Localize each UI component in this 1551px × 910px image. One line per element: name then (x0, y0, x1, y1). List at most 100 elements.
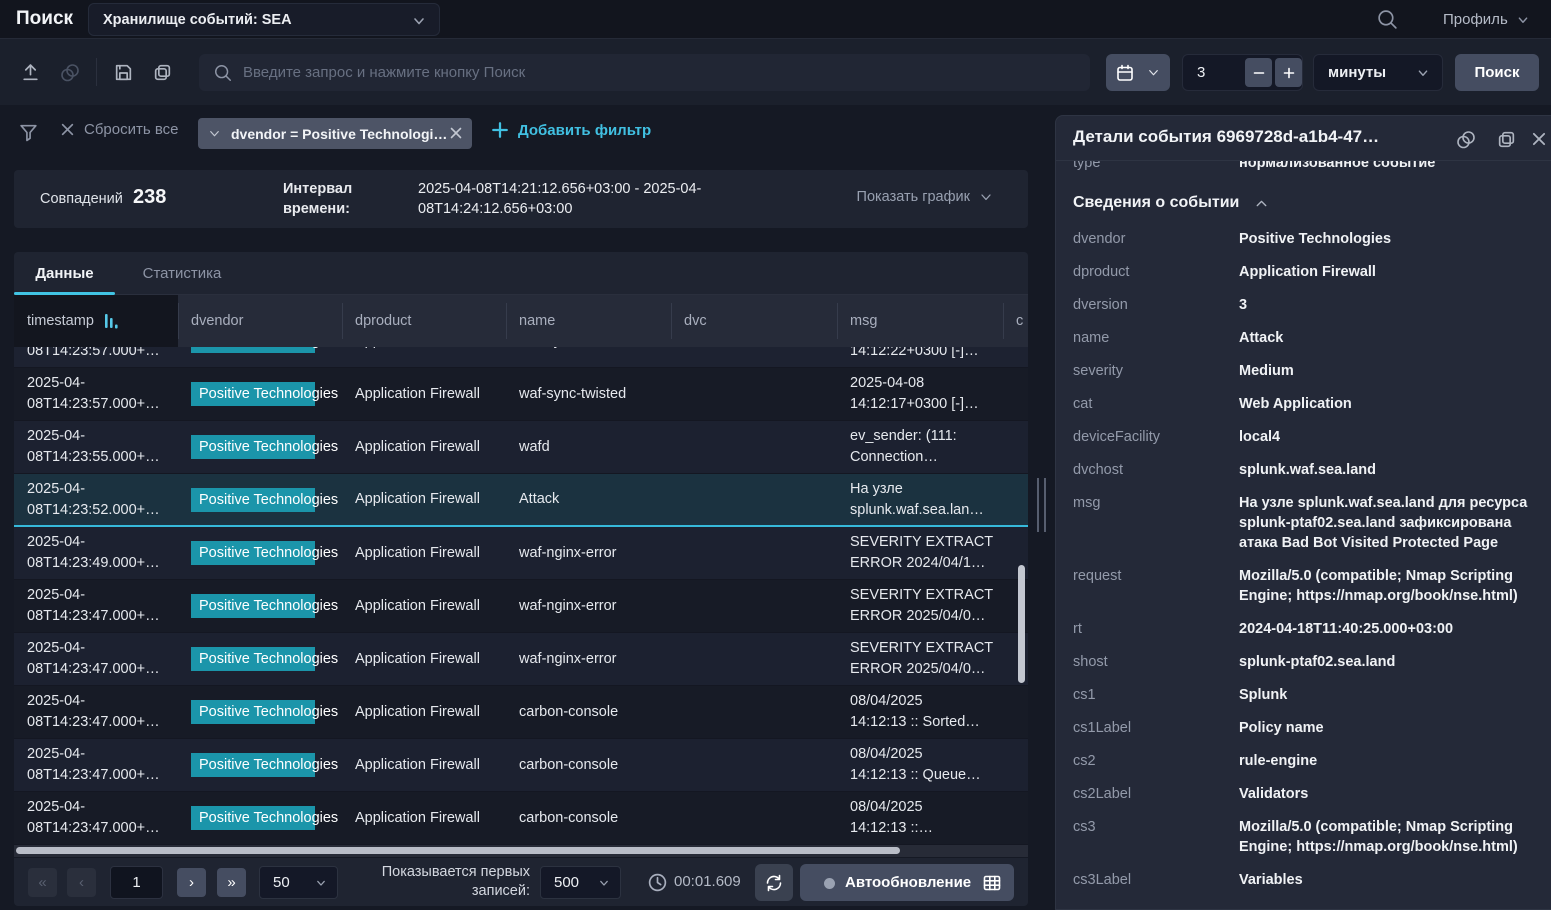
calendar-button[interactable] (1106, 54, 1170, 91)
chevron-down-icon (1146, 65, 1161, 80)
increment-button[interactable] (1275, 58, 1302, 87)
field-value: Mozilla/5.0 (compatible; Nmap Scripting … (1239, 817, 1531, 857)
record-limit-select[interactable]: 500 (540, 866, 621, 899)
pagination-bar: « ‹ › » 50 Показывается первых записей: … (14, 858, 1028, 906)
table-row[interactable]: 2025-04-08T14:23:47.000+…Positive Techno… (14, 792, 1028, 845)
cell-dvendor: Positive Technologies (178, 633, 342, 685)
link-events-icon[interactable] (1455, 129, 1477, 151)
show-chart-label: Показать график (857, 189, 970, 205)
field-value: Splunk (1239, 685, 1531, 705)
detail-field: cs1LabelPolicy name (1056, 718, 1551, 738)
calendar-icon (1115, 63, 1135, 83)
column-header-dvendor[interactable]: dvendor (178, 295, 342, 347)
cell-msg: SEVERITY EXTRACTERROR 2024/04/1… (837, 527, 1003, 579)
column-header-msg[interactable]: msg (837, 295, 1003, 347)
cell-dvc (671, 347, 837, 367)
interval-unit-select[interactable]: минуты (1313, 54, 1443, 91)
table-row[interactable]: 2025-04-08T14:23:47.000+…Positive Techno… (14, 580, 1028, 633)
panel-resize-handle[interactable] (1037, 478, 1046, 532)
column-header-dvc[interactable]: dvc (671, 295, 837, 347)
filter-chip-dvendor[interactable]: dvendor = Positive Technologi… (198, 118, 472, 149)
table-layout-icon[interactable] (982, 873, 1002, 893)
chevron-down-icon (596, 875, 612, 891)
table-row[interactable]: 2025-04-08T14:23:49.000+…Positive Techno… (14, 527, 1028, 580)
detail-field: cs2rule-engine (1056, 751, 1551, 771)
cell-dvendor: Positive Technologies (178, 527, 342, 579)
cell-name: waf-nginx-error (506, 527, 671, 579)
field-value: Positive Technologies (1239, 229, 1531, 249)
field-key: cs2Label (1073, 784, 1239, 804)
field-key: dvchost (1073, 460, 1239, 480)
table-row[interactable]: 2025-04-08T14:23:47.000+…Positive Techno… (14, 739, 1028, 792)
detail-field: deviceFacilitylocal4 (1056, 427, 1551, 447)
clipped-field-row: type нормализованное событие (1056, 161, 1551, 174)
table-row[interactable]: 2025-04-08T14:23:57.000+…Positive Techno… (14, 347, 1028, 368)
vendor-badge: Positive Technologies (191, 347, 315, 353)
vertical-scrollbar-thumb[interactable] (1018, 565, 1025, 683)
cell-name: waf-sync-twisted (506, 368, 671, 420)
add-filter-button[interactable]: Добавить фильтр (491, 121, 651, 139)
table-row[interactable]: 2025-04-08T14:23:47.000+…Positive Techno… (14, 686, 1028, 739)
copy-query-icon[interactable] (152, 62, 173, 83)
timestamp-sort-icon[interactable] (104, 312, 119, 330)
export-icon[interactable] (20, 62, 41, 83)
autorefresh-toggle[interactable]: Автообновление (800, 864, 1014, 901)
cell-dvendor: Positive Technologies (178, 347, 342, 367)
page-number-input[interactable] (110, 866, 163, 899)
column-label: name (519, 313, 555, 329)
reset-all-filters[interactable]: Сбросить все (60, 121, 178, 138)
detail-field: dversion3 (1056, 295, 1551, 315)
cell-extra (1003, 347, 1028, 367)
profile-menu[interactable]: Профиль (1443, 9, 1532, 29)
interval-range: 2025-04-08T14:21:12.656+03:00 - 2025-04-… (418, 179, 701, 219)
column-header-timestamp[interactable]: timestamp (14, 295, 178, 347)
horizontal-scrollbar-thumb[interactable] (16, 847, 900, 854)
cell-dvc (671, 633, 837, 685)
decrement-button[interactable] (1245, 58, 1272, 87)
table-row[interactable]: 2025-04-08T14:23:57.000+…Positive Techno… (14, 368, 1028, 421)
save-query-icon[interactable] (113, 62, 134, 83)
field-key: deviceFacility (1073, 427, 1239, 447)
field-value: Attack (1239, 328, 1531, 348)
vendor-badge: Positive Technologies (191, 594, 315, 618)
show-chart-toggle[interactable]: Показать график (857, 189, 994, 205)
column-header-c[interactable]: c (1003, 295, 1028, 347)
global-search-icon[interactable] (1376, 8, 1399, 31)
next-page-button[interactable]: › (177, 868, 206, 897)
column-header-dproduct[interactable]: dproduct (342, 295, 506, 347)
cell-dproduct: Application Firewall (342, 739, 506, 791)
cell-extra (1003, 368, 1028, 420)
table-row[interactable]: 2025-04-08T14:23:55.000+…Positive Techno… (14, 421, 1028, 474)
cell-dproduct: Application Firewall (342, 686, 506, 738)
remove-filter-icon[interactable] (449, 126, 463, 140)
cell-timestamp: 2025-04-08T14:23:52.000+… (14, 474, 178, 525)
field-key: cs2 (1073, 751, 1239, 771)
copy-details-icon[interactable] (1496, 129, 1517, 150)
field-key: name (1073, 328, 1239, 348)
vendor-badge: Positive Technologies (191, 488, 315, 512)
event-info-section-header[interactable]: Сведения о событии (1073, 194, 1551, 212)
close-icon[interactable] (1531, 131, 1547, 147)
event-storage-select[interactable]: Хранилище событий: SEA (88, 3, 440, 36)
tab-data[interactable]: Данные (14, 252, 115, 295)
table-row[interactable]: 2025-04-08T14:23:47.000+…Positive Techno… (14, 633, 1028, 686)
field-key: cat (1073, 394, 1239, 414)
cell-dvc (671, 686, 837, 738)
last-page-button[interactable]: » (217, 868, 246, 897)
cell-dvc (671, 421, 837, 473)
first-page-button[interactable]: « (28, 868, 57, 897)
column-header-name[interactable]: name (506, 295, 671, 347)
cell-dvendor: Positive Technologies (178, 421, 342, 473)
prev-page-button[interactable]: ‹ (67, 868, 96, 897)
cell-dproduct: Application Firewall (342, 527, 506, 579)
table-row[interactable]: 2025-04-08T14:23:52.000+… Positive Techno… (14, 474, 1028, 527)
detail-field: rt2024-04-18T11:40:25.000+03:00 (1056, 619, 1551, 639)
field-value: 3 (1239, 295, 1531, 315)
details-title: Детали события 6969728d-a1b4-47… (1073, 127, 1379, 147)
search-submit-button[interactable]: Поиск (1455, 54, 1539, 91)
tab-statistics[interactable]: Статистика (133, 252, 231, 295)
page-size-select[interactable]: 50 (259, 866, 338, 899)
query-input[interactable] (243, 64, 1090, 81)
refresh-button[interactable] (755, 864, 793, 901)
link-events-icon[interactable] (59, 62, 81, 84)
